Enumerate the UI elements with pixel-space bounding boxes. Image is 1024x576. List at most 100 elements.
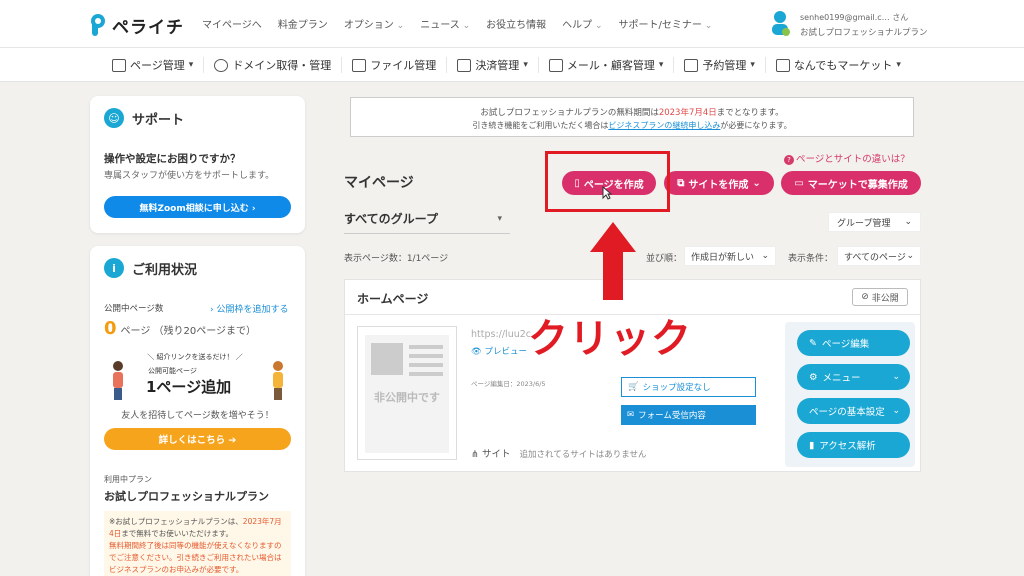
promo-big-text: 1ページ追加 bbox=[146, 378, 232, 396]
secnav-label: 決済管理 bbox=[475, 59, 520, 72]
chevron-down-icon: ⌄ bbox=[892, 406, 900, 416]
analytics-label: アクセス解析 bbox=[819, 441, 876, 452]
nav-mypage[interactable]: マイページへ bbox=[202, 16, 262, 31]
published-count: 0 ページ （残り20ページまで） bbox=[104, 318, 256, 339]
secondary-nav: ページ管理 ▾ ドメイン取得・管理 ファイル管理 決済管理 ▾ メール・顧客管理… bbox=[0, 48, 1024, 82]
info-icon: i bbox=[104, 258, 124, 278]
usage-title: ご利用状況 bbox=[132, 262, 198, 278]
chevron-down-icon: ▾ bbox=[523, 60, 528, 70]
nav-help[interactable]: ヘルプ bbox=[562, 16, 602, 31]
edit-page-button[interactable]: ✎ ページ編集 bbox=[797, 330, 910, 356]
top-nav: マイページへ 料金プラン オプション ニュース お役立ち情報 ヘルプ サポート/… bbox=[202, 16, 712, 31]
secnav-label: なんでもマーケット bbox=[793, 59, 893, 72]
chevron-down-icon: ⌄ bbox=[761, 251, 769, 261]
cursor-icon bbox=[602, 186, 612, 200]
person-illustration-icon bbox=[113, 361, 123, 400]
text-lines-icon bbox=[409, 345, 443, 381]
sort-label: 並び順： bbox=[646, 254, 683, 264]
page-url[interactable]: https://luu2c bbox=[471, 329, 531, 340]
market-recruit-button[interactable]: ▭ マーケットで募集作成 bbox=[781, 171, 921, 195]
shop-settings-button[interactable]: 🛒 ショップ設定なし bbox=[621, 377, 756, 397]
secnav-payment[interactable]: 決済管理 ▾ bbox=[457, 57, 539, 73]
page-count-text: 表示ページ数：1/1ページ bbox=[344, 254, 449, 264]
secnav-label: ファイル管理 bbox=[370, 59, 437, 72]
page-thumbnail[interactable]: 非公開中です bbox=[357, 326, 457, 460]
file-icon bbox=[352, 58, 367, 72]
site-none-text: 追加されてるサイトはありません bbox=[519, 450, 647, 460]
nav-news[interactable]: ニュース bbox=[420, 16, 470, 31]
secnav-market[interactable]: なんでもマーケット ▾ bbox=[775, 57, 911, 73]
support-desc: 専属スタッフが使い方をサポートします。 bbox=[104, 171, 275, 181]
notice-text: が必要になります。 bbox=[720, 121, 792, 130]
chevron-down-icon: ▾ bbox=[497, 214, 502, 224]
notice-text: までとなります。 bbox=[716, 108, 784, 118]
private-label: 非公開 bbox=[871, 293, 899, 304]
nav-options[interactable]: オプション bbox=[344, 16, 404, 31]
top-header: ペライチ マイページへ 料金プラン オプション ニュース お役立ち情報 ヘルプ … bbox=[0, 0, 1024, 48]
support-title: サポート bbox=[132, 112, 185, 128]
secnav-mail[interactable]: メール・顧客管理 ▾ bbox=[548, 57, 675, 73]
person-illustration-icon bbox=[273, 361, 283, 400]
page-icon bbox=[112, 58, 126, 72]
site-icon: ⧉ bbox=[677, 177, 685, 189]
secnav-domain[interactable]: ドメイン取得・管理 bbox=[214, 57, 343, 73]
filter-select[interactable]: すべてのページ ⌄ bbox=[837, 246, 921, 266]
form-responses-button[interactable]: ✉ フォーム受信内容 bbox=[621, 405, 756, 425]
edited-date: ページ編集日：2023/6/5 bbox=[471, 380, 546, 388]
analytics-button[interactable]: ▮ アクセス解析 bbox=[797, 432, 910, 458]
group-select-value: すべてのグループ bbox=[344, 212, 438, 226]
site-info: ⋔ サイト 追加されてるサイトはありません bbox=[471, 446, 647, 460]
chevron-down-icon: ▾ bbox=[896, 60, 901, 70]
published-pages-label: 公開中ページ数 bbox=[104, 304, 164, 314]
plan-note-text: まで無料でお使いいただけます。 bbox=[121, 529, 234, 538]
eye-icon: 👁 bbox=[471, 347, 482, 357]
details-button[interactable]: 詳しくはこちら ➔ bbox=[104, 428, 291, 450]
create-site-label: サイトを作成 bbox=[688, 179, 749, 191]
referral-banner[interactable]: ＼ 紹介リンクを送るだけ！ ／ 公開可能ページ 1ページ追加 bbox=[108, 348, 288, 402]
group-select[interactable]: すべてのグループ ▾ bbox=[344, 210, 510, 234]
sitemap-icon: ⋔ bbox=[471, 449, 479, 460]
chevron-down-icon: ▾ bbox=[188, 60, 194, 70]
secnav-label: ドメイン取得・管理 bbox=[232, 59, 332, 72]
plan-note-text: ※お試しプロフェッショナルプランは、 bbox=[109, 517, 243, 526]
sort-select[interactable]: 作成日が新しい ⌄ bbox=[684, 246, 776, 266]
secnav-label: メール・顧客管理 bbox=[566, 59, 655, 72]
preview-link[interactable]: 👁 プレビュー bbox=[471, 345, 527, 357]
group-management-label: グループ管理 bbox=[837, 218, 891, 229]
group-management-select[interactable]: グループ管理 ⌄ bbox=[828, 212, 921, 232]
business-plan-link[interactable]: ビジネスプランの継続申し込み bbox=[608, 121, 720, 130]
diff-link-label: ページとサイトの違いは？ bbox=[796, 154, 910, 165]
page-site-diff-link[interactable]: ? ページとサイトの違いは？ bbox=[784, 151, 910, 165]
mail-icon bbox=[548, 58, 563, 72]
add-publish-slot-link[interactable]: › 公開枠を追加する bbox=[210, 302, 288, 315]
preview-label: プレビュー bbox=[484, 347, 528, 357]
menu-button[interactable]: ⚙ メニュー ⌄ bbox=[797, 364, 910, 390]
nav-support[interactable]: サポート/セミナー bbox=[619, 16, 713, 31]
support-question: 操作や設定にお困りですか？ bbox=[104, 153, 241, 165]
secnav-reservation[interactable]: 予約管理 ▾ bbox=[684, 57, 766, 73]
private-toggle[interactable]: ⊘ 非公開 bbox=[852, 288, 908, 306]
published-count-suffix: ページ （残り20ページまで） bbox=[120, 326, 257, 337]
secnav-files[interactable]: ファイル管理 bbox=[352, 57, 448, 73]
support-card: ☺ サポート 操作や設定にお困りですか？ 専属スタッフが使い方をサポートします。… bbox=[90, 96, 305, 233]
globe-icon bbox=[214, 58, 229, 72]
basic-settings-button[interactable]: ページの基本設定 ⌄ bbox=[797, 398, 910, 424]
market-icon bbox=[775, 58, 790, 72]
secnav-page-management[interactable]: ページ管理 ▾ bbox=[112, 57, 205, 73]
nav-tips[interactable]: お役立ち情報 bbox=[486, 16, 546, 31]
zoom-consult-button[interactable]: 無料Zoom相談に申し込む › bbox=[104, 196, 291, 218]
create-site-button[interactable]: ⧉ サイトを作成 ⌄ bbox=[664, 171, 774, 195]
chevron-down-icon: ⌄ bbox=[892, 372, 900, 382]
menu-label: メニュー bbox=[822, 373, 861, 384]
plan-label: 利用中プラン bbox=[104, 475, 152, 484]
cart-icon bbox=[457, 58, 472, 72]
support-icon: ☺ bbox=[104, 108, 124, 128]
nav-pricing[interactable]: 料金プラン bbox=[278, 16, 328, 31]
question-icon: ? bbox=[784, 155, 794, 165]
click-annotation: クリック bbox=[528, 316, 692, 362]
chevron-down-icon: ▾ bbox=[750, 60, 755, 70]
edit-page-label: ページ編集 bbox=[821, 339, 870, 350]
cart-icon: 🛒 bbox=[628, 382, 639, 392]
logo[interactable]: ペライチ bbox=[88, 12, 184, 38]
support-heading: ☺ サポート bbox=[104, 108, 184, 128]
